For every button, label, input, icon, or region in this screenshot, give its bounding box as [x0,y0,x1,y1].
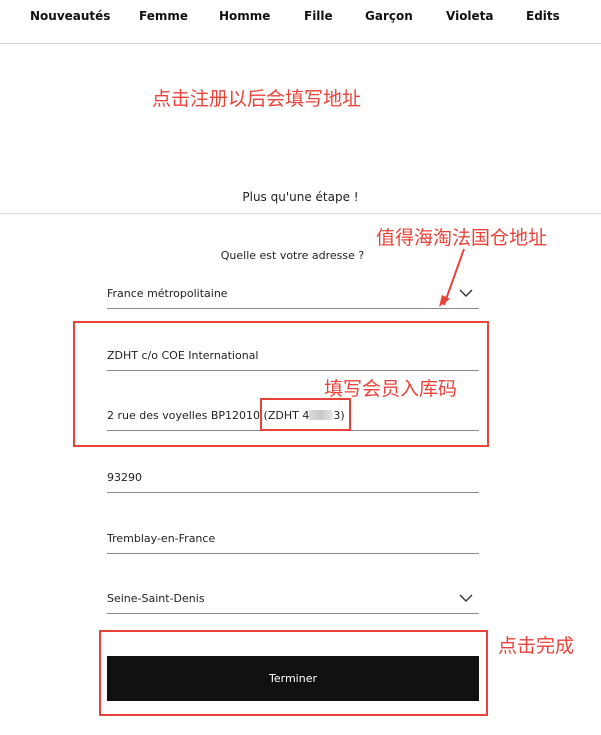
region-value: Seine-Saint-Denis [107,592,205,605]
city-field[interactable]: Tremblay-en-France [107,526,479,554]
nav-item-garcon[interactable]: Garçon [365,9,413,23]
postal-code-field[interactable]: 93290 [107,465,479,493]
city-value: Tremblay-en-France [107,532,216,545]
nav-item-femme[interactable]: Femme [139,9,188,23]
nav-item-edits[interactable]: Edits [526,9,560,23]
nav-item-nouveautes[interactable]: Nouveautés [30,9,110,23]
chevron-down-icon [459,594,473,602]
country-value: France métropolitaine [107,287,228,300]
nav-item-fille[interactable]: Fille [304,9,333,23]
nav-item-violeta[interactable]: Violeta [446,9,494,23]
step-divider [0,213,601,214]
annotation-finish-note: 点击完成 [498,635,575,657]
top-nav: Nouveautés Femme Homme Fille Garçon Viol… [0,0,601,44]
highlight-box-member-code [260,398,351,431]
chevron-down-icon [459,289,473,297]
step-heading: Plus qu'une étape ! [242,190,359,204]
region-select[interactable]: Seine-Saint-Denis [107,586,479,614]
nav-item-homme[interactable]: Homme [219,9,270,23]
address-question: Quelle est votre adresse ? [220,249,365,262]
highlight-box-submit [99,630,488,716]
annotation-register-note: 点击注册以后会填写地址 [152,88,362,110]
annotation-address-note: 值得海淘法国仓地址 [376,227,548,249]
country-select[interactable]: France métropolitaine [107,281,479,309]
postal-code-value: 93290 [107,471,142,484]
